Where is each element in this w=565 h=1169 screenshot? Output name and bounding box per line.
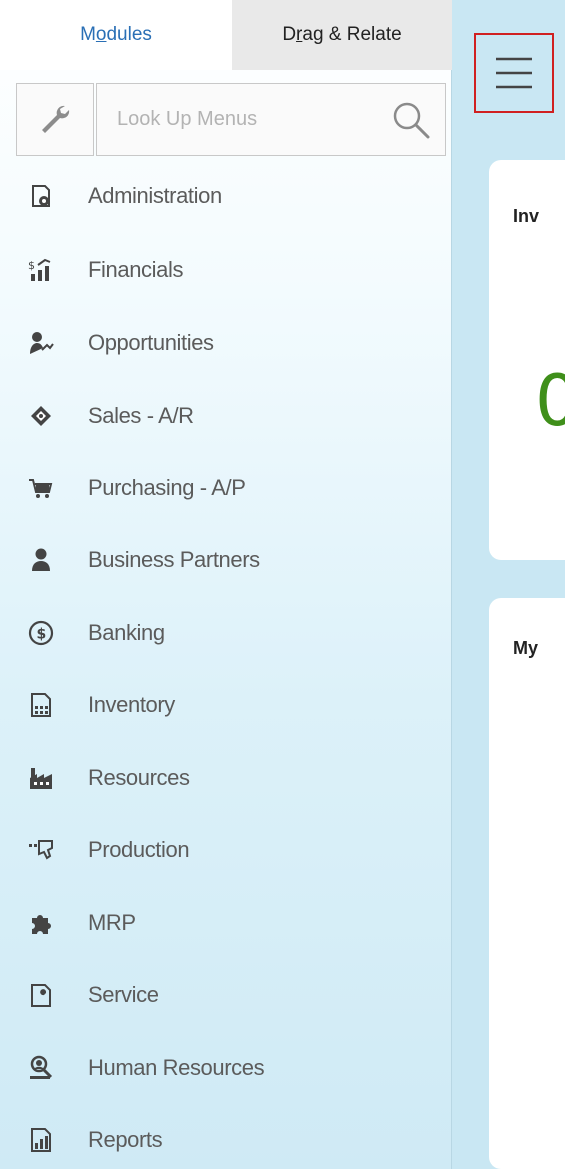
menu-item-mrp[interactable]: MRP: [0, 893, 452, 953]
modules-sidebar: Modules Drag & Relate Administration: [0, 0, 452, 1169]
menu-item-service[interactable]: Service: [0, 965, 452, 1025]
menu-item-label: Financials: [88, 257, 184, 282]
menu-item-label: Resources: [88, 765, 190, 790]
my-card-title: My: [513, 638, 539, 658]
tab-drag-label: Drag & Relate: [282, 24, 402, 45]
menu-item-sales-ar[interactable]: Sales - A/R: [0, 386, 452, 446]
menu-item-label: Sales - A/R: [88, 403, 194, 428]
menu-item-banking[interactable]: $ Banking: [0, 603, 452, 663]
tab-modules-label: Modules: [80, 24, 152, 45]
sidebar-tabs: Modules Drag & Relate: [0, 0, 452, 70]
hamburger-icon: [496, 57, 532, 89]
menu-item-business-partners[interactable]: Business Partners: [0, 530, 452, 590]
inventory-card-title: Inv: [513, 206, 540, 226]
menu-item-opportunities[interactable]: Opportunities: [0, 313, 452, 373]
svg-text:$: $: [28, 259, 35, 272]
kpi-value: 0: [535, 360, 565, 442]
menu-item-resources[interactable]: Resources: [0, 748, 452, 808]
menu-item-production[interactable]: Production: [0, 820, 452, 880]
dollar-coin-icon: $: [28, 620, 54, 646]
menu-item-label: Opportunities: [88, 330, 214, 355]
menu-item-human-resources[interactable]: Human Resources: [0, 1038, 452, 1098]
menu-item-reports[interactable]: Reports: [0, 1110, 452, 1169]
tab-drag-and-relate[interactable]: Drag & Relate: [232, 0, 452, 70]
menu-item-label: Administration: [88, 183, 222, 208]
opportunities-icon: [28, 330, 54, 356]
production-icon: [28, 837, 54, 863]
look-up-menus-input[interactable]: [97, 84, 387, 155]
inventory-widget-card: Inv 0: [489, 160, 565, 560]
menu-item-financials[interactable]: $ Financials: [0, 240, 452, 300]
menu-item-administration[interactable]: Administration: [0, 166, 452, 226]
menu-toggle-button[interactable]: [474, 33, 554, 113]
menu-item-label: Service: [88, 982, 159, 1007]
financials-icon: $: [28, 257, 54, 283]
menu-item-inventory[interactable]: Inventory: [0, 675, 452, 735]
reports-icon: [28, 1127, 54, 1153]
inventory-icon: [28, 692, 54, 718]
admin-icon: [28, 183, 54, 209]
tab-modules[interactable]: Modules: [0, 0, 232, 70]
main-area: Inv 0 My: [453, 0, 565, 1169]
menu-item-label: MRP: [88, 910, 136, 935]
menu-item-label: Banking: [88, 620, 165, 645]
menu-item-label: Human Resources: [88, 1055, 265, 1080]
menu-item-purchasing-ap[interactable]: Purchasing - A/P: [0, 458, 452, 518]
menu-item-label: Inventory: [88, 692, 175, 717]
menu-item-label: Business Partners: [88, 547, 260, 572]
service-icon: [28, 982, 54, 1008]
sales-icon: [28, 403, 54, 429]
menu-search-row: [16, 83, 446, 156]
person-icon: [28, 547, 54, 573]
cart-icon: [28, 475, 54, 501]
factory-icon: [28, 765, 54, 791]
search-icon[interactable]: [391, 100, 431, 140]
wrench-icon: [42, 105, 70, 133]
menu-item-label: Purchasing - A/P: [88, 475, 246, 500]
customize-menu-button[interactable]: [16, 83, 94, 156]
hr-icon: [28, 1055, 54, 1081]
puzzle-icon: [28, 910, 54, 936]
menu-search-box: [96, 83, 446, 156]
menu-item-label: Reports: [88, 1127, 163, 1152]
menu-item-label: Production: [88, 837, 190, 862]
my-widget-card: My: [489, 598, 565, 1169]
svg-text:$: $: [37, 627, 47, 643]
